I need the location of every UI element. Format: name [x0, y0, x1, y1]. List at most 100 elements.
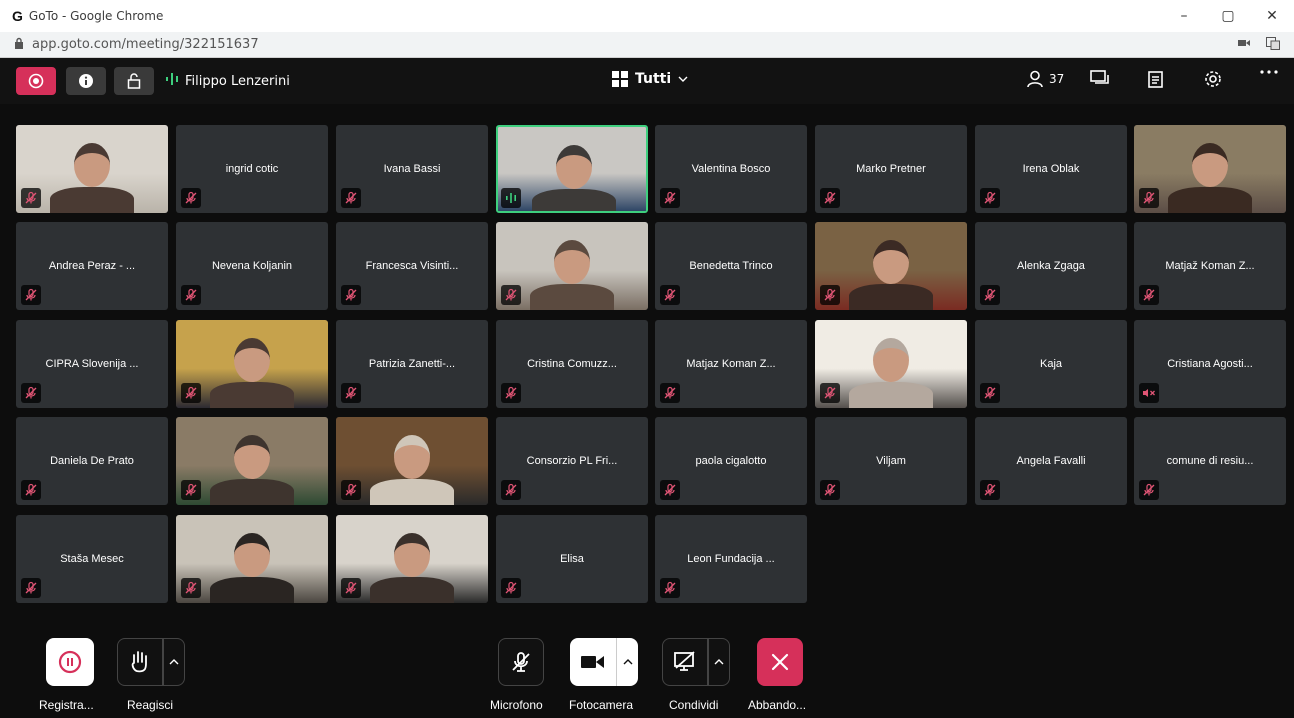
participant-tile[interactable]: Consorzio PL Fri...: [496, 417, 648, 505]
address-bar: app.goto.com/meeting/322151637: [0, 32, 1294, 58]
participant-tile[interactable]: Benedetta Trinco: [655, 222, 807, 310]
react-label: Reagisci: [127, 698, 174, 712]
participant-tile[interactable]: Staša Mesec: [16, 515, 168, 603]
participant-tile[interactable]: Francesca Visinti...: [336, 222, 488, 310]
view-selector[interactable]: Tutti: [612, 71, 688, 87]
participant-tile[interactable]: Alenka Zgaga: [975, 222, 1127, 310]
chevron-down-icon: [678, 76, 688, 82]
participant-tile[interactable]: Cristiana Agosti...: [1134, 320, 1286, 408]
participant-tile[interactable]: [815, 320, 967, 408]
participant-body: [370, 577, 454, 603]
translate-icon[interactable]: [1266, 37, 1280, 53]
participant-tile[interactable]: Valentina Bosco: [655, 125, 807, 213]
minimize-button[interactable]: –: [1162, 0, 1206, 32]
microphone-button[interactable]: [498, 638, 544, 686]
participant-head: [873, 240, 909, 284]
chat-button[interactable]: [1090, 70, 1110, 88]
participant-tile[interactable]: [176, 515, 328, 603]
more-options-button[interactable]: [1260, 70, 1278, 74]
react-button[interactable]: [117, 638, 163, 686]
microphone-muted-icon: [21, 383, 41, 403]
participant-body: [210, 577, 294, 603]
participant-tile[interactable]: paola cigalotto: [655, 417, 807, 505]
participant-head: [234, 338, 270, 382]
participant-tile[interactable]: comune di resiu...: [1134, 417, 1286, 505]
participant-tile[interactable]: Nevena Koljanin: [176, 222, 328, 310]
participant-name: Matjaž Koman Z...: [1165, 260, 1255, 272]
participant-tile[interactable]: [336, 515, 488, 603]
microphone-muted-icon: [501, 383, 521, 403]
microphone-muted-icon: [820, 285, 840, 305]
participant-tile[interactable]: [176, 320, 328, 408]
participant-tile[interactable]: Matjaz Koman Z...: [655, 320, 807, 408]
notes-button[interactable]: [1148, 70, 1164, 88]
microphone-muted-icon: [660, 383, 680, 403]
participant-tile[interactable]: [336, 417, 488, 505]
participant-body: [210, 479, 294, 505]
camera-permission-icon[interactable]: [1238, 37, 1250, 53]
active-speaker-name: Filippo Lenzerini: [185, 73, 290, 89]
participant-tile[interactable]: Elisa: [496, 515, 648, 603]
microphone-muted-icon: [820, 480, 840, 500]
microphone-muted-icon: [980, 188, 1000, 208]
participant-tile[interactable]: Ivana Bassi: [336, 125, 488, 213]
camera-button[interactable]: [570, 638, 616, 686]
url-text[interactable]: app.goto.com/meeting/322151637: [32, 37, 259, 52]
participant-tile[interactable]: ingrid cotic: [176, 125, 328, 213]
participant-body: [532, 189, 616, 211]
share-button[interactable]: [662, 638, 708, 686]
participant-tile[interactable]: Andrea Peraz - ...: [16, 222, 168, 310]
microphone-muted-icon: [1139, 480, 1159, 500]
participant-tile[interactable]: CIPRA Slovenija ...: [16, 320, 168, 408]
participant-tile[interactable]: [176, 417, 328, 505]
participant-tile[interactable]: Viljam: [815, 417, 967, 505]
participant-name: Francesca Visinti...: [365, 260, 459, 272]
participant-body: [530, 284, 614, 310]
camera-options-button[interactable]: [616, 638, 638, 686]
participant-name: Kaja: [1039, 358, 1063, 370]
record-button[interactable]: [46, 638, 94, 686]
participant-body: [1168, 187, 1252, 213]
participant-name: Patrizia Zanetti-...: [368, 358, 456, 370]
recording-indicator-button[interactable]: [16, 67, 56, 95]
chevron-up-icon: [714, 659, 724, 665]
participant-tile[interactable]: [496, 125, 648, 213]
participant-tile[interactable]: [496, 222, 648, 310]
grid-view-icon: [612, 71, 628, 87]
close-window-button[interactable]: ✕: [1250, 0, 1294, 32]
participant-tile[interactable]: [815, 222, 967, 310]
microphone-muted-icon: [660, 578, 680, 598]
react-options-button[interactable]: [163, 638, 185, 686]
participant-tile[interactable]: Leon Fundacija ...: [655, 515, 807, 603]
participant-tile[interactable]: Angela Favalli: [975, 417, 1127, 505]
screen-share-off-icon: [674, 651, 695, 671]
lock-icon[interactable]: [14, 37, 24, 52]
address-bar-actions: [1238, 37, 1280, 53]
more-icon: [1260, 70, 1278, 74]
share-label: Condividi: [669, 698, 719, 712]
leave-button[interactable]: [757, 638, 803, 686]
participant-tile[interactable]: Marko Pretner: [815, 125, 967, 213]
participant-name: Elisa: [560, 553, 584, 565]
participant-tile[interactable]: Matjaž Koman Z...: [1134, 222, 1286, 310]
participant-tile[interactable]: Cristina Comuzz...: [496, 320, 648, 408]
participants-button[interactable]: 37: [1026, 70, 1064, 88]
share-options-button[interactable]: [708, 638, 730, 686]
participant-tile[interactable]: [1134, 125, 1286, 213]
participant-tile[interactable]: Kaja: [975, 320, 1127, 408]
microphone-muted-icon: [181, 578, 201, 598]
participant-tile[interactable]: Daniela De Prato: [16, 417, 168, 505]
participant-tile[interactable]: [16, 125, 168, 213]
raise-hand-icon: [131, 651, 147, 673]
participant-tile[interactable]: Irena Oblak: [975, 125, 1127, 213]
participant-tile[interactable]: Patrizia Zanetti-...: [336, 320, 488, 408]
participant-name: Viljam: [876, 455, 906, 467]
lock-meeting-button[interactable]: [114, 67, 154, 95]
microphone-muted-icon: [341, 578, 361, 598]
info-button[interactable]: [66, 67, 106, 95]
settings-button[interactable]: [1204, 70, 1222, 88]
microphone-muted-icon: [181, 383, 201, 403]
restore-button[interactable]: ▢: [1206, 0, 1250, 32]
meeting-toolbar: Registra... Reagisci Microfono Fotocamer…: [0, 628, 1294, 718]
participant-name: Irena Oblak: [1022, 163, 1080, 175]
